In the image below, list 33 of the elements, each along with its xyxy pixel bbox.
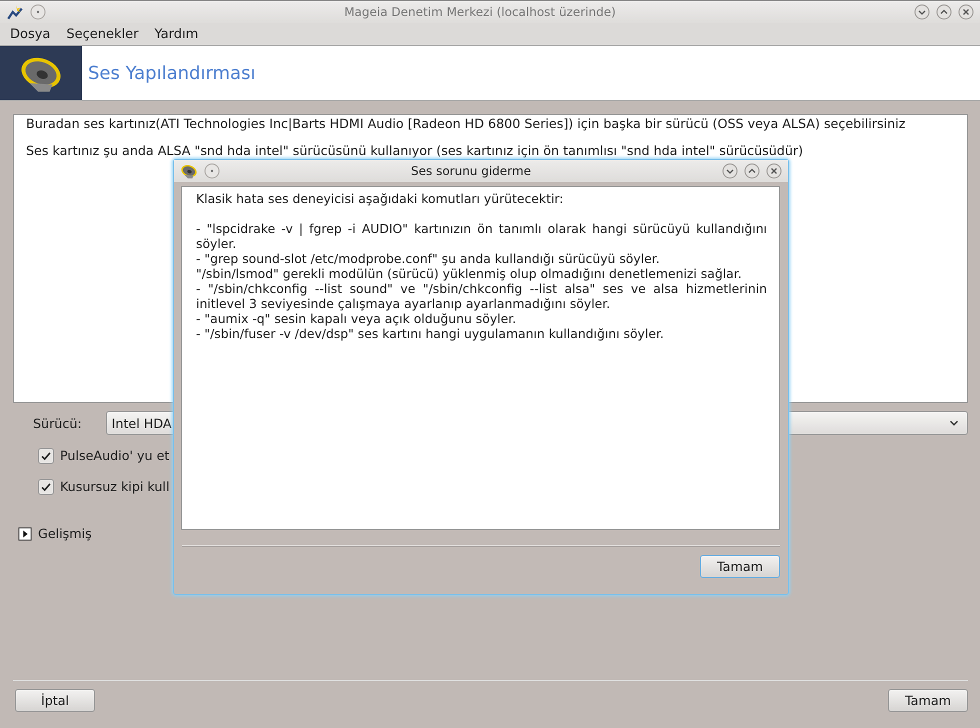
checkbox-label: Kusursuz kipi kull	[60, 479, 170, 494]
ok-button[interactable]: Tamam	[700, 555, 780, 578]
info-text: Ses kartınız şu anda ALSA "snd hda intel" sürücüsünü kullanıyor (ses kartınız için ön tanımlısı "snd hda intel" sürücüsüdür)	[26, 143, 804, 159]
section-label[interactable]: Gelişmiş	[38, 526, 92, 541]
info-text: Buradan ses kartınız(ATI Technologies Inc|Barts HDMI Audio [Radeon HD 6800 Series]) için başka bir sürücü (OSS veya ALSA) seçebilirsiniz	[26, 116, 906, 132]
maximize-icon[interactable]	[744, 163, 760, 179]
dialog-title: Ses sorunu giderme	[410, 164, 532, 178]
close-icon[interactable]	[958, 4, 974, 20]
help-text: - "lspcidrake -v | fgrep -i AUDIO" kartınızın ön tanımlı olarak hangi sürücüyü kullandığını söyler.	[196, 221, 767, 251]
speaker-icon	[180, 162, 198, 180]
minimize-icon[interactable]	[722, 163, 738, 179]
help-text: - "aumix -q" sesin kapalı veya açık olduğunu söyler.	[196, 311, 518, 326]
menu-item[interactable]: Yardım	[154, 26, 198, 42]
help-text: - "/sbin/chkconfig --list sound" ve "/sbin/chkconfig --list alsa" ses ve alsa hizmetlerinin initlevel 3 seviyesinde çalışmaya ayarlanıp ayarlanmadığını söyler.	[196, 281, 767, 311]
intro-text: Klasik hata ses deneyicisi aşağıdaki komutları yürütecektir:	[196, 191, 564, 206]
maximize-icon[interactable]	[936, 4, 952, 20]
checkbox[interactable]	[38, 478, 54, 494]
page-title: Ses Yapılandırması	[88, 62, 256, 84]
close-icon[interactable]	[766, 163, 782, 179]
minimize-icon[interactable]	[914, 4, 930, 20]
checkbox[interactable]	[38, 448, 54, 464]
help-text: - "/sbin/fuser -v /dev/dsp" ses kartını hangi uygulamanın kullandığını söyler.	[196, 326, 665, 341]
help-text: "/sbin/lsmod" gerekli modülün (sürücü) yüklenmiş olup olmadığını denetlemenizi sağlar.	[196, 266, 743, 281]
cancel-button[interactable]: İptal	[15, 689, 95, 712]
window-title: Mageia Denetim Merkezi (localhost üzerinde)	[343, 5, 617, 19]
expander-icon[interactable]	[18, 526, 32, 540]
driver-label: Sürücü:	[33, 416, 82, 430]
menu-item[interactable]: Seçenekler	[66, 26, 139, 42]
app-icon	[6, 3, 24, 21]
ok-button[interactable]: Tamam	[888, 689, 968, 712]
help-text: - "grep sound-slot /etc/modprobe.conf" şu anda kullandığı sürücüyü söyler.	[196, 251, 661, 266]
checkbox-label: PulseAudio' yu et	[60, 448, 170, 463]
menu-item[interactable]: Dosya	[10, 26, 50, 42]
